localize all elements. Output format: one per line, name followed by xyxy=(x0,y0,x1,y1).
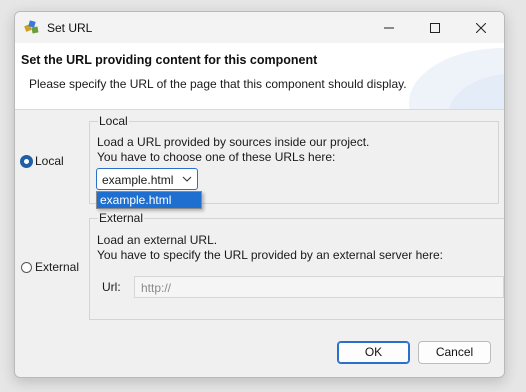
app-icon xyxy=(24,19,40,35)
ok-button[interactable]: OK xyxy=(337,341,410,364)
window-title: Set URL xyxy=(47,21,93,35)
title-bar: Set URL xyxy=(15,12,504,43)
close-button[interactable] xyxy=(458,12,504,43)
dialog-header: Set the URL providing content for this c… xyxy=(15,43,504,110)
minimize-icon xyxy=(384,27,394,28)
combo-selected-value: example.html xyxy=(102,173,174,187)
external-radio-label: External xyxy=(35,260,80,274)
external-line-2: You have to specify the URL provided by … xyxy=(97,248,443,262)
close-icon xyxy=(476,22,486,33)
url-combo-box[interactable]: example.html xyxy=(96,168,198,190)
header-title: Set the URL providing content for this c… xyxy=(21,53,318,67)
radio-checked-icon xyxy=(21,155,32,167)
maximize-button[interactable] xyxy=(412,12,458,43)
local-line-2: You have to choose one of these URLs her… xyxy=(97,150,336,164)
cancel-button[interactable]: Cancel xyxy=(418,341,491,364)
url-field-label: Url: xyxy=(102,280,121,294)
external-radio[interactable]: External xyxy=(21,260,79,274)
external-line-1: Load an external URL. xyxy=(97,233,218,247)
dropdown-option-example-html[interactable]: example.html xyxy=(97,192,201,208)
url-combo-dropdown: example.html xyxy=(96,191,202,209)
local-radio-label: Local xyxy=(35,154,64,168)
local-radio[interactable]: Local xyxy=(21,154,64,168)
minimize-button[interactable] xyxy=(366,12,412,43)
external-group-label: External xyxy=(98,211,145,225)
radio-unchecked-icon xyxy=(21,261,32,273)
maximize-icon xyxy=(430,22,440,33)
chevron-down-icon xyxy=(182,176,192,182)
set-url-dialog: Set URL Set the URL providing content fo… xyxy=(14,11,505,378)
local-group-label: Local xyxy=(98,114,129,128)
header-description: Please specify the URL of the page that … xyxy=(29,77,407,91)
header-decoration xyxy=(409,48,504,109)
local-line-1: Load a URL provided by sources inside ou… xyxy=(97,135,370,149)
url-input[interactable]: http:// xyxy=(134,276,504,298)
